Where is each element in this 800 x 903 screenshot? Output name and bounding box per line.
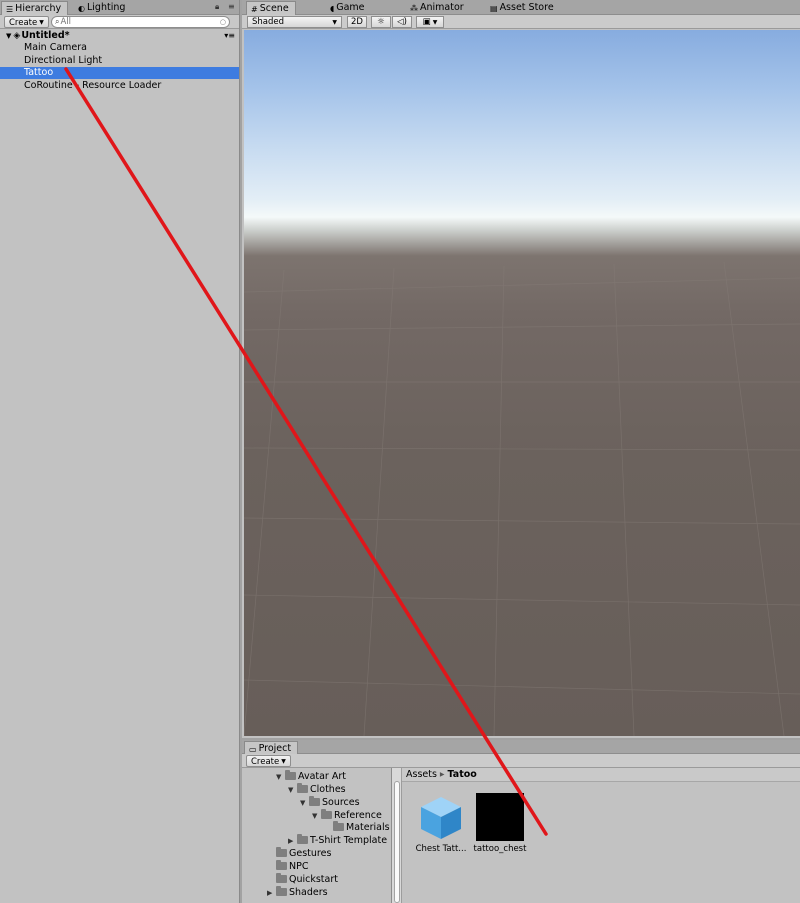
grid-line [244, 447, 800, 451]
animator-icon: ⁂ [410, 4, 418, 13]
hierarchy-panel: ☰Hierarchy ◐Lighting 🔒︎ ≡ Create▼ ⌕ ○ ▼◈… [0, 0, 240, 903]
store-icon: ▤ [490, 4, 498, 13]
folder-icon [276, 873, 287, 883]
speaker-icon: ◁) [397, 17, 407, 27]
chevron-down-icon: ▼ [39, 19, 44, 26]
scrollbar-thumb[interactable] [394, 781, 400, 903]
project-tabbar: ▭ Project [242, 740, 800, 755]
scene-audio-toggle[interactable]: ◁) [392, 16, 412, 28]
scene-panel: # Scene ◖ Game ⁂ Animator ▤ Asset Store Shad… [242, 0, 800, 738]
scene-lighting-toggle[interactable]: ☼ [371, 16, 391, 28]
scene-root-row[interactable]: ▼ ◈Untitled* ▾≡ [0, 30, 239, 42]
tab-lighting[interactable]: ◐ Lighting [74, 1, 131, 15]
folder-icon [276, 847, 287, 857]
folder-shaders[interactable]: ▶ Shaders [267, 886, 328, 899]
grid-line [244, 679, 800, 695]
tab-animator[interactable]: ⁂ Animator [406, 1, 470, 15]
mode-2d-toggle[interactable]: 2D [347, 16, 367, 28]
hierarchy-item-coroutine-resource-loader[interactable]: CoRoutine - Resource Loader [0, 80, 239, 92]
folder-sources[interactable]: ▼ Sources [300, 796, 360, 809]
cube-icon [421, 797, 461, 839]
folder-avatar-art[interactable]: ▼ Avatar Art [276, 770, 346, 783]
folder-gestures[interactable]: Gestures [276, 847, 331, 860]
folder-tree[interactable]: ▼ Avatar Art ▼ Clothes ▼ Sources ▼ Reference… [242, 768, 392, 903]
tab-project[interactable]: ▭ Project [244, 741, 299, 755]
gamepad-icon: ◖ [330, 4, 335, 13]
search-field[interactable]: ⌕ ○ [51, 16, 230, 28]
asset-tattoo-chest-texture[interactable]: tattoo_chest [470, 793, 530, 854]
chevron-down-icon: ▼ [281, 758, 286, 765]
expand-triangle-icon[interactable]: ▼ [6, 32, 11, 40]
lock-icon[interactable]: 🔒︎ [215, 2, 219, 12]
breadcrumb-assets[interactable]: Assets [406, 769, 437, 780]
grid-line [244, 277, 800, 293]
expand-triangle-icon[interactable]: ▼ [312, 810, 321, 822]
asset-chest-tattoo-material[interactable]: Chest Tatt... [411, 793, 471, 854]
tab-hierarchy[interactable]: ☰ Hierarchy [1, 1, 69, 16]
unity-logo-icon: ◈ [13, 31, 21, 41]
breadcrumb-separator-icon: ▶ [439, 771, 445, 778]
folder-icon [276, 886, 287, 896]
hierarchy-item-main-camera[interactable]: Main Camera [0, 42, 239, 54]
breadcrumb: Assets ▶ Tatoo [402, 768, 800, 782]
tab-asset-store[interactable]: ▤ Asset Store [486, 1, 560, 15]
clear-search-icon[interactable]: ○ [220, 17, 226, 27]
image-icon: ▣ [422, 17, 431, 27]
grid-line [244, 269, 285, 736]
folder-icon [297, 834, 308, 844]
folder-icon [309, 796, 320, 806]
scene-tabbar: # Scene ◖ Game ⁂ Animator ▤ Asset Store [242, 0, 800, 16]
scene-effects-dropdown[interactable]: ▣ ▼ [416, 16, 444, 28]
search-input[interactable] [60, 17, 201, 27]
black-texture-thumbnail [476, 793, 524, 841]
scene-menu-icon[interactable]: ▾≡ [224, 30, 235, 42]
hierarchy-tabbar: ☰ Hierarchy ◐ Lighting 🔒︎ ≡ [0, 0, 239, 16]
hierarchy-item-tattoo[interactable]: Tattoo [0, 67, 239, 79]
expand-triangle-icon[interactable]: ▼ [288, 784, 297, 796]
expand-triangle-icon[interactable]: ▶ [267, 887, 276, 899]
breadcrumb-current[interactable]: Tatoo [448, 769, 477, 780]
grid-line [613, 263, 635, 736]
folder-icon [333, 821, 344, 831]
scene-toolbar: Shaded ▼ 2D ☼ ◁) ▣ ▼ [242, 15, 800, 29]
ground-grid [244, 261, 800, 736]
expand-triangle-icon[interactable]: ▶ [288, 835, 297, 847]
folder-materials[interactable]: Materials [333, 821, 390, 834]
project-panel: ▭ Project Create ▼ ▼ Avatar Art ▼ Clothes ▼ S… [242, 740, 800, 903]
draw-mode-dropdown[interactable]: Shaded ▼ [247, 16, 342, 28]
project-create-button[interactable]: Create ▼ [246, 755, 291, 767]
chevron-down-icon: ▼ [332, 19, 337, 26]
search-icon: ⌕ [55, 17, 60, 26]
grid-line [723, 261, 785, 736]
folder-t-shirt-template[interactable]: ▶ T-Shirt Template [288, 834, 387, 847]
project-toolbar: Create ▼ [242, 754, 800, 768]
grid-line [244, 323, 800, 331]
chevron-down-icon: ▼ [432, 19, 438, 26]
folder-icon [321, 809, 332, 819]
grid-line [244, 594, 800, 606]
expand-triangle-icon[interactable]: ▼ [276, 771, 285, 783]
folder-icon [297, 783, 308, 793]
folder-clothes[interactable]: ▼ Clothes [288, 783, 346, 796]
folder-icon [276, 860, 287, 870]
folder-reference[interactable]: ▼ Reference [312, 809, 382, 822]
expand-triangle-icon[interactable]: ▼ [300, 797, 309, 809]
grid-line [363, 267, 395, 736]
folder-npc[interactable]: NPC [276, 860, 308, 873]
folder-quickstart[interactable]: Quickstart [276, 873, 338, 886]
tab-scene[interactable]: # Scene [246, 1, 296, 16]
hierarchy-item-directional-light[interactable]: Directional Light [0, 55, 239, 67]
hierarchy-toolbar: Create▼ ⌕ ○ [0, 15, 239, 29]
scene-viewport[interactable] [244, 30, 800, 736]
folder-tree-scrollbar[interactable] [392, 768, 402, 903]
grid-line [244, 517, 800, 525]
create-button[interactable]: Create ▼ [4, 16, 49, 28]
grid-line [493, 265, 505, 736]
panel-menu-icon[interactable]: ≡ [228, 2, 235, 11]
lightbulb-icon: ◐ [78, 4, 85, 13]
folder-icon [285, 770, 296, 780]
tab-game[interactable]: ◖ Game [326, 1, 371, 15]
sun-icon: ☼ [377, 17, 385, 27]
